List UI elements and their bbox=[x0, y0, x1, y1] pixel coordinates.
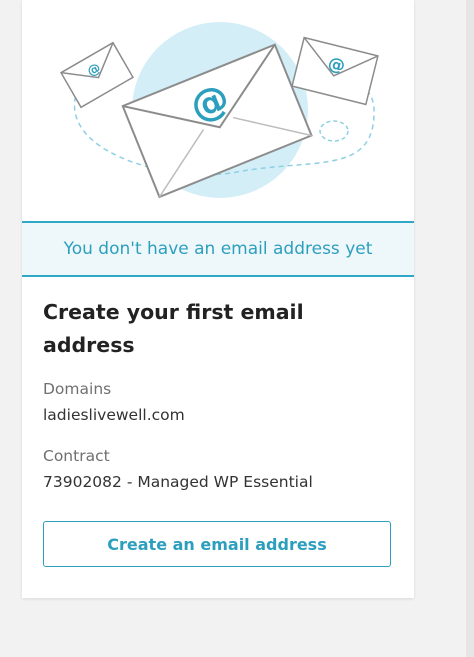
page-title: Create your first email address bbox=[43, 300, 304, 357]
email-illustration: @ @ @ bbox=[59, 22, 379, 199]
domains-label: Domains bbox=[43, 380, 112, 398]
domains-value: ladieslivewell.com bbox=[43, 406, 185, 424]
envelope-icon: @ bbox=[59, 41, 135, 109]
create-email-button[interactable]: Create an email address bbox=[43, 521, 391, 567]
email-empty-state-card: @ @ @ You don't have an email address ye… bbox=[22, 0, 414, 598]
banner-text: You don't have an email address yet bbox=[63, 239, 373, 259]
contract-value: 73902082 - Managed WP Essential bbox=[43, 473, 313, 491]
no-email-banner: You don't have an email address yet bbox=[22, 221, 414, 277]
window-edge bbox=[466, 0, 474, 657]
dashed-loop bbox=[319, 120, 349, 142]
contract-label: Contract bbox=[43, 447, 110, 465]
